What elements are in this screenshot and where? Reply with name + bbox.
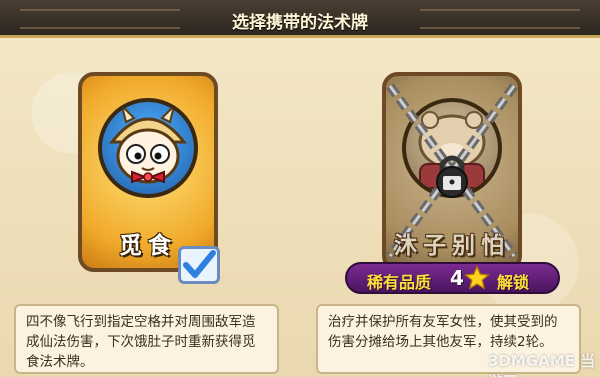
- unlock-requirement: 稀有品质 4 解锁: [345, 262, 560, 294]
- title-bar: 选择携带的法术牌: [0, 0, 600, 38]
- page-title: 选择携带的法术牌: [232, 13, 368, 33]
- card-description-mishi: 四不像飞行到指定空格并对周围敌军造成仙法伤害，下次饿肚子时重新获得觅食法术牌。: [14, 304, 279, 374]
- star-icon: [464, 265, 490, 290]
- unlock-label: 解锁: [497, 273, 530, 292]
- checkmark-icon: [183, 250, 216, 278]
- spell-card-mishi[interactable]: 觅食: [78, 72, 218, 272]
- rarity-label: 稀有品质: [367, 273, 432, 292]
- rarity-value: 4: [450, 266, 464, 290]
- watermark: 3DMGAME 当游网: [488, 352, 596, 377]
- selected-checkbox[interactable]: [178, 246, 220, 284]
- padlock-icon: [436, 155, 468, 198]
- cat-samurai-icon: [108, 102, 188, 184]
- spell-card-locked[interactable]: 沐子别怕: [382, 72, 522, 272]
- cat-samurai-portrait: [98, 98, 198, 198]
- card-name: 沐子别怕: [394, 233, 510, 259]
